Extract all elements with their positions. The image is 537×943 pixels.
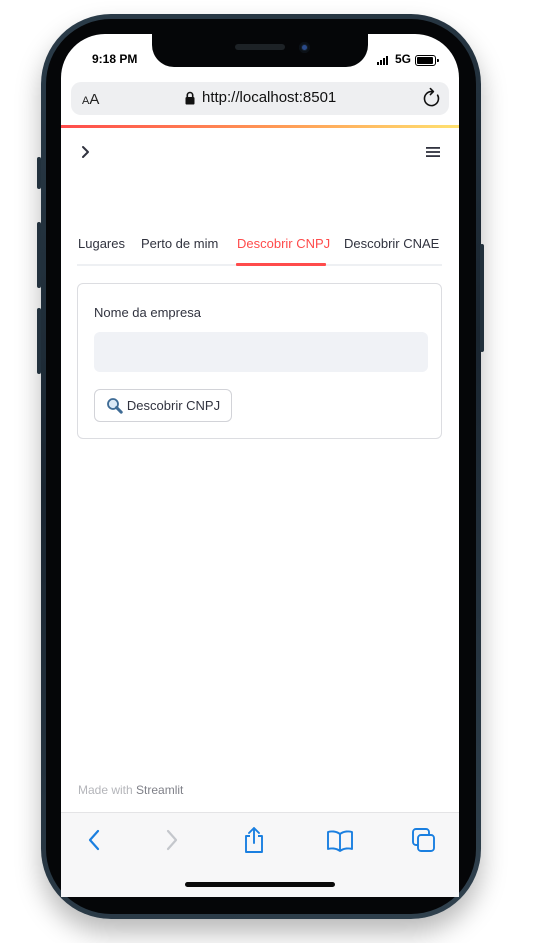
footer: Made with Streamlit [78,783,184,797]
magnifying-glass-icon [107,398,123,414]
earpiece-speaker [235,44,285,50]
tab-descobrir-cnpj[interactable]: Descobrir CNPJ [237,236,330,251]
tab-lugares[interactable]: Lugares [78,236,125,251]
hamburger-menu-icon[interactable] [425,145,441,159]
url-text[interactable]: http://localhost:8501 [202,89,336,106]
volume-up-button [37,222,41,288]
text-size-button[interactable]: AA [82,91,99,108]
network-type: 5G [395,52,412,66]
active-tab-indicator [236,263,326,266]
status-time: 9:18 PM [92,52,138,66]
lock-icon [185,91,195,105]
sidebar-toggle-icon[interactable] [80,145,92,159]
company-name-input[interactable] [94,332,428,372]
discover-cnpj-button[interactable]: Descobrir CNPJ [94,389,232,422]
reload-icon[interactable] [422,87,442,109]
share-icon[interactable] [242,826,266,854]
back-icon[interactable] [86,826,102,854]
battery-icon [415,55,439,66]
tabs-icon[interactable] [411,826,437,854]
notch [152,34,368,67]
tab-perto-de-mim[interactable]: Perto de mim [141,236,218,251]
home-indicator [185,882,335,887]
streamlit-link[interactable]: Streamlit [136,783,183,797]
phone-screen [61,34,459,896]
front-camera [299,42,310,53]
company-name-label: Nome da empresa [94,305,201,320]
silent-switch [37,157,41,189]
bookmarks-icon[interactable] [325,826,355,854]
volume-down-button [37,308,41,374]
tab-bar: Lugares Perto de mim Descobrir CNPJ Desc… [77,236,442,266]
tab-descobrir-cnae[interactable]: Descobrir CNAE [344,236,439,251]
power-button [480,244,484,352]
header-decoration [61,125,459,128]
discover-cnpj-button-label: Descobrir CNPJ [126,398,221,413]
signal-icon [377,56,388,65]
forward-icon[interactable] [164,826,180,854]
